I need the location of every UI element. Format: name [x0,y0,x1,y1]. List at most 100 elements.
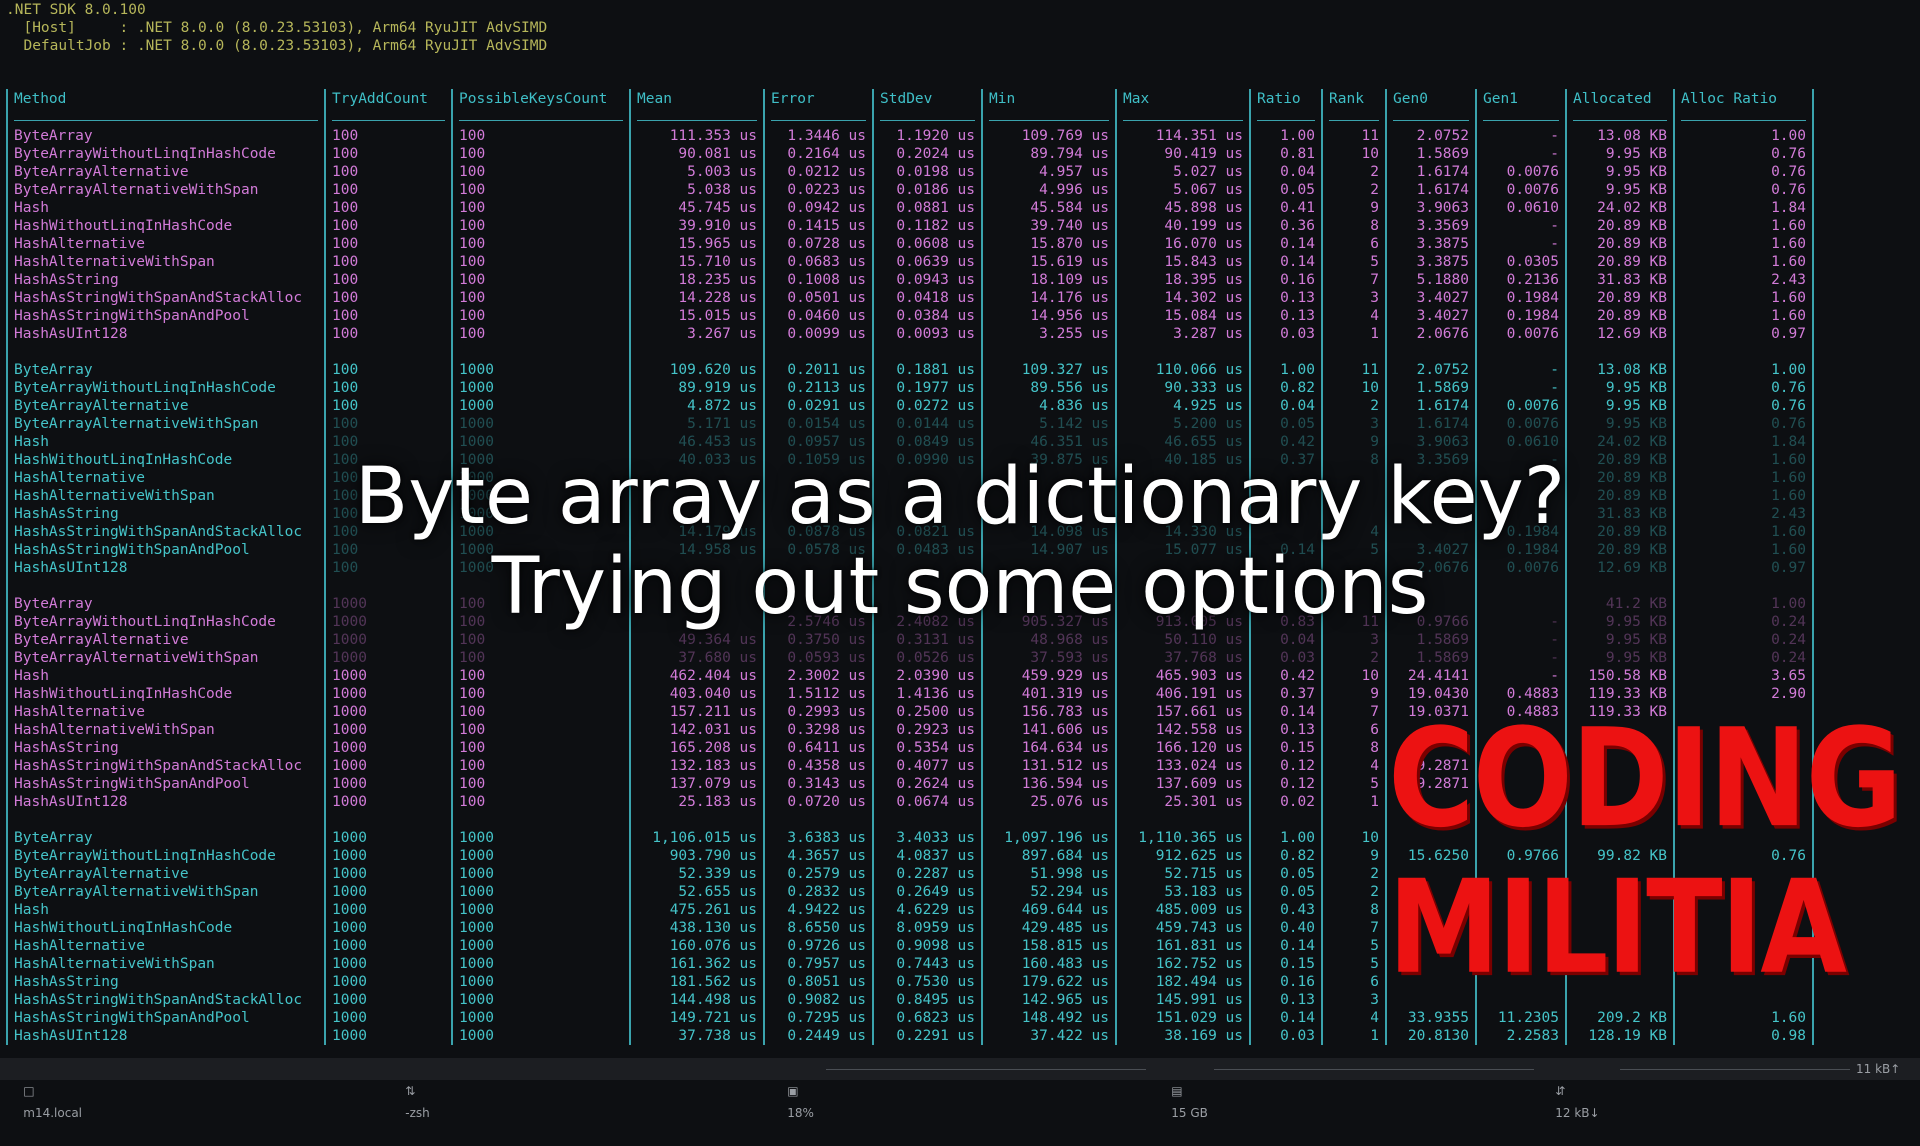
value-cell: 209.2 KB [1565,1009,1674,1027]
value-cell: 0.7443 us [872,955,982,973]
value-cell: 0.0076 [1475,163,1566,181]
value-cell: 1000 [324,847,452,865]
value-cell: 9 [1321,433,1386,451]
method-cell: HashAlternative [6,937,325,955]
value-cell: 6 [1321,973,1386,991]
value-cell: 0.0639 us [872,253,982,271]
value-cell: 1000 [451,1027,630,1045]
value-cell: 1.6174 [1385,163,1476,181]
defaultjob-runtime-line: DefaultJob : .NET 8.0.0 (8.0.23.53103), … [6,38,548,54]
spacer-cell [1321,343,1386,361]
value-cell: 0.2113 us [763,379,873,397]
value-cell: 0.0526 us [872,649,982,667]
method-cell: Hash [6,433,325,451]
value-cell: 7 [1321,703,1386,721]
method-cell: ByteArrayAlternative [6,163,325,181]
value-cell: 1.5869 [1385,145,1476,163]
column-header: Max [1115,89,1250,109]
column-header: Mean [629,89,764,109]
value-cell: 3.65 [1673,667,1814,685]
value-cell: 2.0390 us [872,667,982,685]
value-cell: 100 [324,127,452,145]
value-cell: 0.82 [1249,847,1322,865]
spacer-cell [763,343,873,361]
spacer-cell [324,343,452,361]
value-cell: 137.079 us [629,775,764,793]
value-cell: 8.0959 us [872,919,982,937]
value-cell: 15.870 us [981,235,1116,253]
value-cell: 0.2449 us [763,1027,873,1045]
value-cell: 1.60 [1673,289,1814,307]
value-cell: 110.066 us [1115,361,1250,379]
value-cell: 0.76 [1673,163,1814,181]
method-cell: HashAlternativeWithSpan [6,253,325,271]
value-cell: 1000 [324,739,452,757]
value-cell: 52.339 us [629,865,764,883]
value-cell: 0.14 [1249,235,1322,253]
value-cell: 49.364 us [629,631,764,649]
shell-indicator[interactable]: ⇅ -zsh [390,1058,430,1146]
value-cell: 100 [451,685,630,703]
value-cell: 1000 [324,1027,452,1045]
value-cell: 100 [451,703,630,721]
value-cell: 406.191 us [1115,685,1250,703]
benchmark-row: HashAsUInt128 1000 1000 37.738 us 0.2449 us 0… [6,1027,1814,1045]
value-cell: 14.956 us [981,307,1116,325]
network-icon: ⇵ [1555,1084,1566,1098]
cpu-icon: ▣ [787,1084,799,1098]
value-cell: 1000 [451,883,630,901]
value-cell: 4.872 us [629,397,764,415]
value-cell: 2.2583 [1475,1027,1566,1045]
method-cell: HashAlternativeWithSpan [6,955,325,973]
value-cell: 4.836 us [981,397,1116,415]
value-cell: 7 [1321,919,1386,937]
value-cell: 3 [1321,415,1386,433]
method-cell: ByteArrayAlternativeWithSpan [6,883,325,901]
value-cell: - [1475,361,1566,379]
value-cell: 100 [451,217,630,235]
value-cell: 18.235 us [629,271,764,289]
value-cell: 100 [451,631,630,649]
memory-indicator: ▤ 15 GB [1156,1058,1208,1146]
value-cell: 3.4027 [1385,289,1476,307]
value-cell: 0.0212 us [763,163,873,181]
value-cell: 1.60 [1673,235,1814,253]
value-cell: 2.0752 [1385,361,1476,379]
value-cell: 0.2923 us [872,721,982,739]
separator-cell [629,109,764,127]
value-cell: 39.910 us [629,217,764,235]
value-cell: 24.02 KB [1565,199,1674,217]
value-cell: 0.5354 us [872,739,982,757]
host-indicator[interactable]: □ m14.local [8,1058,82,1146]
spacer-cell [1385,343,1476,361]
value-cell: 4.6229 us [872,901,982,919]
value-cell: 15.710 us [629,253,764,271]
value-cell: 0.3750 us [763,631,873,649]
value-cell: 10 [1321,145,1386,163]
value-cell: 0.2649 us [872,883,982,901]
value-cell: 2.3002 us [763,667,873,685]
value-cell: 142.558 us [1115,721,1250,739]
value-cell: 0.0881 us [872,199,982,217]
value-cell: 157.211 us [629,703,764,721]
value-cell: 100 [451,181,630,199]
value-cell: 136.594 us [981,775,1116,793]
method-cell: HashAsString [6,739,325,757]
benchmark-row: HashAlternativeWithSpan 100 100 15.710 us 0.… [6,253,1814,271]
value-cell: 16.070 us [1115,235,1250,253]
separator-cell [1249,109,1322,127]
value-cell: 1.00 [1673,361,1814,379]
value-cell: 5.067 us [1115,181,1250,199]
value-cell: 37.738 us [629,1027,764,1045]
value-cell: 37.593 us [981,649,1116,667]
value-cell: 9.95 KB [1565,649,1674,667]
value-cell: 161.362 us [629,955,764,973]
value-cell: 0.2011 us [763,361,873,379]
value-cell: 45.584 us [981,199,1116,217]
shell-label: -zsh [405,1106,430,1120]
memory-icon: ▤ [1171,1084,1183,1098]
value-cell: 0.03 [1249,649,1322,667]
benchmark-row: ByteArrayAlternative 100 100 5.003 us 0.0212… [6,163,1814,181]
benchmark-row: HashAsStringWithSpanAndPool 1000 1000 149.7… [6,1009,1814,1027]
spacer-cell [981,343,1116,361]
